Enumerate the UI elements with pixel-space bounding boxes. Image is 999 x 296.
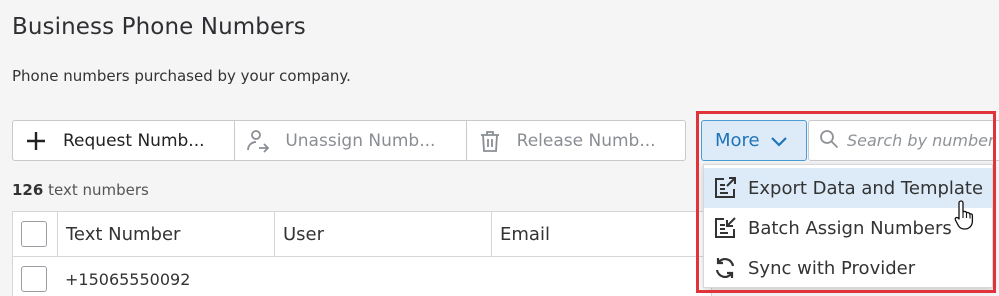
text-number-cell: +15065550092 <box>65 269 191 289</box>
action-button-group: Request Numb... Unassign Numb... Release… <box>12 120 686 161</box>
number-count: 126 text numbers <box>12 181 149 199</box>
menu-item-sync-provider[interactable]: Sync with Provider <box>704 248 992 288</box>
menu-item-label: Batch Assign Numbers <box>748 217 952 239</box>
hand-cursor-icon <box>953 199 979 235</box>
menu-item-label: Export Data and Template <box>748 177 984 199</box>
unassign-numbers-label: Unassign Numb... <box>285 130 436 151</box>
batch-assign-icon <box>712 215 738 241</box>
number-count-suffix: text numbers <box>48 181 149 199</box>
page-subtitle: Phone numbers purchased by your company. <box>12 67 351 85</box>
unassign-numbers-button[interactable]: Unassign Numb... <box>234 121 465 160</box>
search-box <box>808 120 999 161</box>
chevron-down-icon <box>770 135 788 147</box>
table-row[interactable]: +15065550092 <box>13 257 711 296</box>
more-label: More <box>715 130 760 151</box>
search-icon <box>819 129 839 153</box>
request-numbers-button[interactable]: Request Numb... <box>13 121 234 160</box>
table-header: Text Number User Email <box>13 212 711 257</box>
column-header-user[interactable]: User <box>274 212 491 256</box>
email-cell <box>491 257 711 296</box>
numbers-table: Text Number User Email +15065550092 <box>12 211 712 296</box>
column-header-text-number[interactable]: Text Number <box>57 212 274 256</box>
sync-icon <box>712 255 738 281</box>
select-all-cell <box>13 212 57 256</box>
number-count-value: 126 <box>12 181 44 199</box>
row-checkbox[interactable] <box>21 266 47 292</box>
search-input[interactable] <box>847 131 999 150</box>
export-icon <box>712 175 738 201</box>
column-header-email[interactable]: Email <box>491 212 711 256</box>
user-cell <box>274 257 491 296</box>
menu-item-label: Sync with Provider <box>748 257 916 279</box>
release-numbers-button[interactable]: Release Numb... <box>465 121 685 160</box>
menu-item-export-data[interactable]: Export Data and Template <box>704 168 992 208</box>
row-select-cell <box>13 257 57 296</box>
plus-icon <box>23 128 49 154</box>
select-all-checkbox[interactable] <box>21 221 47 247</box>
request-numbers-label: Request Numb... <box>63 130 205 151</box>
menu-item-batch-assign[interactable]: Batch Assign Numbers <box>704 208 992 248</box>
unassign-user-icon <box>245 128 271 154</box>
more-button[interactable]: More <box>701 120 807 161</box>
trash-icon <box>477 128 503 154</box>
page-title: Business Phone Numbers <box>12 14 306 40</box>
release-numbers-label: Release Numb... <box>516 130 656 151</box>
more-dropdown-menu: Export Data and Template Batch Assign Nu… <box>703 164 993 288</box>
